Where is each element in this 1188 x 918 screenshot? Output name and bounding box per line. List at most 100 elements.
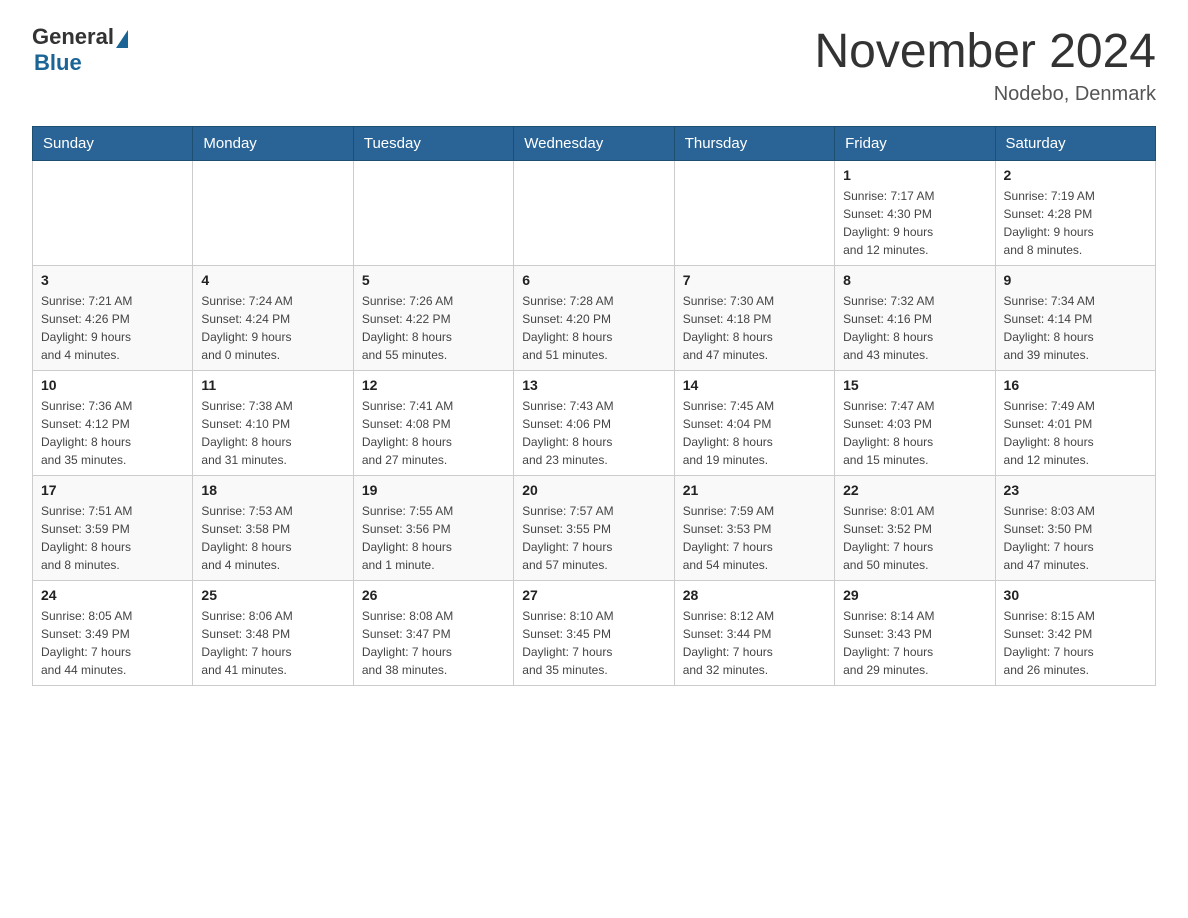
logo-blue-text: Blue bbox=[34, 50, 82, 75]
day-number: 9 bbox=[1004, 272, 1147, 288]
day-info: Sunrise: 7:26 AM Sunset: 4:22 PM Dayligh… bbox=[362, 292, 505, 364]
day-info: Sunrise: 7:30 AM Sunset: 4:18 PM Dayligh… bbox=[683, 292, 826, 364]
calendar-cell: 29 Sunrise: 8:14 AM Sunset: 3:43 PM Dayli… bbox=[835, 581, 995, 686]
calendar-cell: 8 Sunrise: 7:32 AM Sunset: 4:16 PM Daylig… bbox=[835, 266, 995, 371]
day-info: Sunrise: 7:32 AM Sunset: 4:16 PM Dayligh… bbox=[843, 292, 986, 364]
location-label: Nodebo, Denmark bbox=[814, 83, 1156, 106]
calendar-cell: 28 Sunrise: 8:12 AM Sunset: 3:44 PM Dayli… bbox=[674, 581, 834, 686]
title-block: November 2024 Nodebo, Denmark bbox=[814, 24, 1156, 106]
calendar-cell: 20 Sunrise: 7:57 AM Sunset: 3:55 PM Dayli… bbox=[514, 476, 674, 581]
day-info: Sunrise: 8:01 AM Sunset: 3:52 PM Dayligh… bbox=[843, 502, 986, 574]
logo-general-text: General bbox=[32, 24, 114, 50]
day-info: Sunrise: 7:49 AM Sunset: 4:01 PM Dayligh… bbox=[1004, 397, 1147, 469]
day-number: 10 bbox=[41, 377, 184, 393]
calendar-cell: 25Sunrise: 8:06 AM Sunset: 3:48 PM Dayli… bbox=[193, 581, 353, 686]
day-number: 26 bbox=[362, 587, 505, 603]
calendar-cell: 1Sunrise: 7:17 AM Sunset: 4:30 PM Daylig… bbox=[835, 161, 995, 266]
day-number: 27 bbox=[522, 587, 665, 603]
calendar-cell: 26 Sunrise: 8:08 AM Sunset: 3:47 PM Dayli… bbox=[353, 581, 513, 686]
day-number: 6 bbox=[522, 272, 665, 288]
calendar-cell bbox=[353, 161, 513, 266]
calendar-week-row: 10 Sunrise: 7:36 AM Sunset: 4:12 PM Dayli… bbox=[33, 371, 1156, 476]
day-number: 5 bbox=[362, 272, 505, 288]
day-info: Sunrise: 7:17 AM Sunset: 4:30 PM Dayligh… bbox=[843, 187, 986, 259]
day-number: 17 bbox=[41, 482, 184, 498]
calendar-cell: 24 Sunrise: 8:05 AM Sunset: 3:49 PM Dayli… bbox=[33, 581, 193, 686]
col-header-sunday: Sunday bbox=[33, 127, 193, 161]
calendar-week-row: 24 Sunrise: 8:05 AM Sunset: 3:49 PM Dayli… bbox=[33, 581, 1156, 686]
col-header-monday: Monday bbox=[193, 127, 353, 161]
day-info: Sunrise: 8:06 AM Sunset: 3:48 PM Dayligh… bbox=[201, 607, 344, 679]
day-number: 12 bbox=[362, 377, 505, 393]
calendar-cell: 4Sunrise: 7:24 AM Sunset: 4:24 PM Daylig… bbox=[193, 266, 353, 371]
day-info: Sunrise: 7:36 AM Sunset: 4:12 PM Dayligh… bbox=[41, 397, 184, 469]
calendar-cell: 7 Sunrise: 7:30 AM Sunset: 4:18 PM Daylig… bbox=[674, 266, 834, 371]
day-number: 29 bbox=[843, 587, 986, 603]
calendar-cell: 15Sunrise: 7:47 AM Sunset: 4:03 PM Dayli… bbox=[835, 371, 995, 476]
day-number: 8 bbox=[843, 272, 986, 288]
day-info: Sunrise: 8:14 AM Sunset: 3:43 PM Dayligh… bbox=[843, 607, 986, 679]
day-info: Sunrise: 7:57 AM Sunset: 3:55 PM Dayligh… bbox=[522, 502, 665, 574]
calendar-cell: 21 Sunrise: 7:59 AM Sunset: 3:53 PM Dayli… bbox=[674, 476, 834, 581]
day-info: Sunrise: 7:53 AM Sunset: 3:58 PM Dayligh… bbox=[201, 502, 344, 574]
calendar-cell: 12 Sunrise: 7:41 AM Sunset: 4:08 PM Dayli… bbox=[353, 371, 513, 476]
calendar-cell: 11Sunrise: 7:38 AM Sunset: 4:10 PM Dayli… bbox=[193, 371, 353, 476]
day-number: 2 bbox=[1004, 167, 1147, 183]
day-number: 13 bbox=[522, 377, 665, 393]
calendar-cell: 17Sunrise: 7:51 AM Sunset: 3:59 PM Dayli… bbox=[33, 476, 193, 581]
calendar-cell: 14Sunrise: 7:45 AM Sunset: 4:04 PM Dayli… bbox=[674, 371, 834, 476]
day-number: 4 bbox=[201, 272, 344, 288]
day-info: Sunrise: 8:08 AM Sunset: 3:47 PM Dayligh… bbox=[362, 607, 505, 679]
day-info: Sunrise: 7:43 AM Sunset: 4:06 PM Dayligh… bbox=[522, 397, 665, 469]
col-header-tuesday: Tuesday bbox=[353, 127, 513, 161]
day-info: Sunrise: 7:21 AM Sunset: 4:26 PM Dayligh… bbox=[41, 292, 184, 364]
page-header: General Blue November 2024 Nodebo, Denma… bbox=[32, 24, 1156, 106]
calendar-week-row: 3Sunrise: 7:21 AM Sunset: 4:26 PM Daylig… bbox=[33, 266, 1156, 371]
day-info: Sunrise: 7:55 AM Sunset: 3:56 PM Dayligh… bbox=[362, 502, 505, 574]
calendar-cell: 18 Sunrise: 7:53 AM Sunset: 3:58 PM Dayli… bbox=[193, 476, 353, 581]
day-info: Sunrise: 7:34 AM Sunset: 4:14 PM Dayligh… bbox=[1004, 292, 1147, 364]
day-number: 16 bbox=[1004, 377, 1147, 393]
calendar-cell: 5 Sunrise: 7:26 AM Sunset: 4:22 PM Daylig… bbox=[353, 266, 513, 371]
day-info: Sunrise: 7:47 AM Sunset: 4:03 PM Dayligh… bbox=[843, 397, 986, 469]
day-info: Sunrise: 8:05 AM Sunset: 3:49 PM Dayligh… bbox=[41, 607, 184, 679]
calendar-cell bbox=[674, 161, 834, 266]
col-header-saturday: Saturday bbox=[995, 127, 1155, 161]
calendar-cell bbox=[193, 161, 353, 266]
calendar-cell: 3Sunrise: 7:21 AM Sunset: 4:26 PM Daylig… bbox=[33, 266, 193, 371]
day-info: Sunrise: 7:41 AM Sunset: 4:08 PM Dayligh… bbox=[362, 397, 505, 469]
calendar-cell: 19 Sunrise: 7:55 AM Sunset: 3:56 PM Dayli… bbox=[353, 476, 513, 581]
col-header-wednesday: Wednesday bbox=[514, 127, 674, 161]
day-number: 30 bbox=[1004, 587, 1147, 603]
calendar-cell: 10 Sunrise: 7:36 AM Sunset: 4:12 PM Dayli… bbox=[33, 371, 193, 476]
calendar-header-row: SundayMondayTuesdayWednesdayThursdayFrid… bbox=[33, 127, 1156, 161]
calendar-cell: 13 Sunrise: 7:43 AM Sunset: 4:06 PM Dayli… bbox=[514, 371, 674, 476]
day-info: Sunrise: 8:15 AM Sunset: 3:42 PM Dayligh… bbox=[1004, 607, 1147, 679]
col-header-friday: Friday bbox=[835, 127, 995, 161]
calendar-cell: 22 Sunrise: 8:01 AM Sunset: 3:52 PM Dayli… bbox=[835, 476, 995, 581]
day-info: Sunrise: 8:03 AM Sunset: 3:50 PM Dayligh… bbox=[1004, 502, 1147, 574]
day-number: 19 bbox=[362, 482, 505, 498]
logo: General Blue bbox=[32, 24, 130, 76]
calendar-cell: 27Sunrise: 8:10 AM Sunset: 3:45 PM Dayli… bbox=[514, 581, 674, 686]
calendar-cell bbox=[33, 161, 193, 266]
day-number: 22 bbox=[843, 482, 986, 498]
calendar-cell bbox=[514, 161, 674, 266]
day-number: 7 bbox=[683, 272, 826, 288]
day-number: 18 bbox=[201, 482, 344, 498]
day-number: 21 bbox=[683, 482, 826, 498]
calendar-week-row: 1Sunrise: 7:17 AM Sunset: 4:30 PM Daylig… bbox=[33, 161, 1156, 266]
month-title: November 2024 bbox=[814, 24, 1156, 79]
day-info: Sunrise: 8:12 AM Sunset: 3:44 PM Dayligh… bbox=[683, 607, 826, 679]
logo-arrow-icon bbox=[116, 30, 128, 48]
calendar-week-row: 17Sunrise: 7:51 AM Sunset: 3:59 PM Dayli… bbox=[33, 476, 1156, 581]
day-info: Sunrise: 7:59 AM Sunset: 3:53 PM Dayligh… bbox=[683, 502, 826, 574]
calendar-cell: 6Sunrise: 7:28 AM Sunset: 4:20 PM Daylig… bbox=[514, 266, 674, 371]
day-number: 23 bbox=[1004, 482, 1147, 498]
day-number: 28 bbox=[683, 587, 826, 603]
day-number: 20 bbox=[522, 482, 665, 498]
calendar-table: SundayMondayTuesdayWednesdayThursdayFrid… bbox=[32, 126, 1156, 686]
calendar-cell: 16 Sunrise: 7:49 AM Sunset: 4:01 PM Dayli… bbox=[995, 371, 1155, 476]
day-number: 24 bbox=[41, 587, 184, 603]
day-info: Sunrise: 7:45 AM Sunset: 4:04 PM Dayligh… bbox=[683, 397, 826, 469]
